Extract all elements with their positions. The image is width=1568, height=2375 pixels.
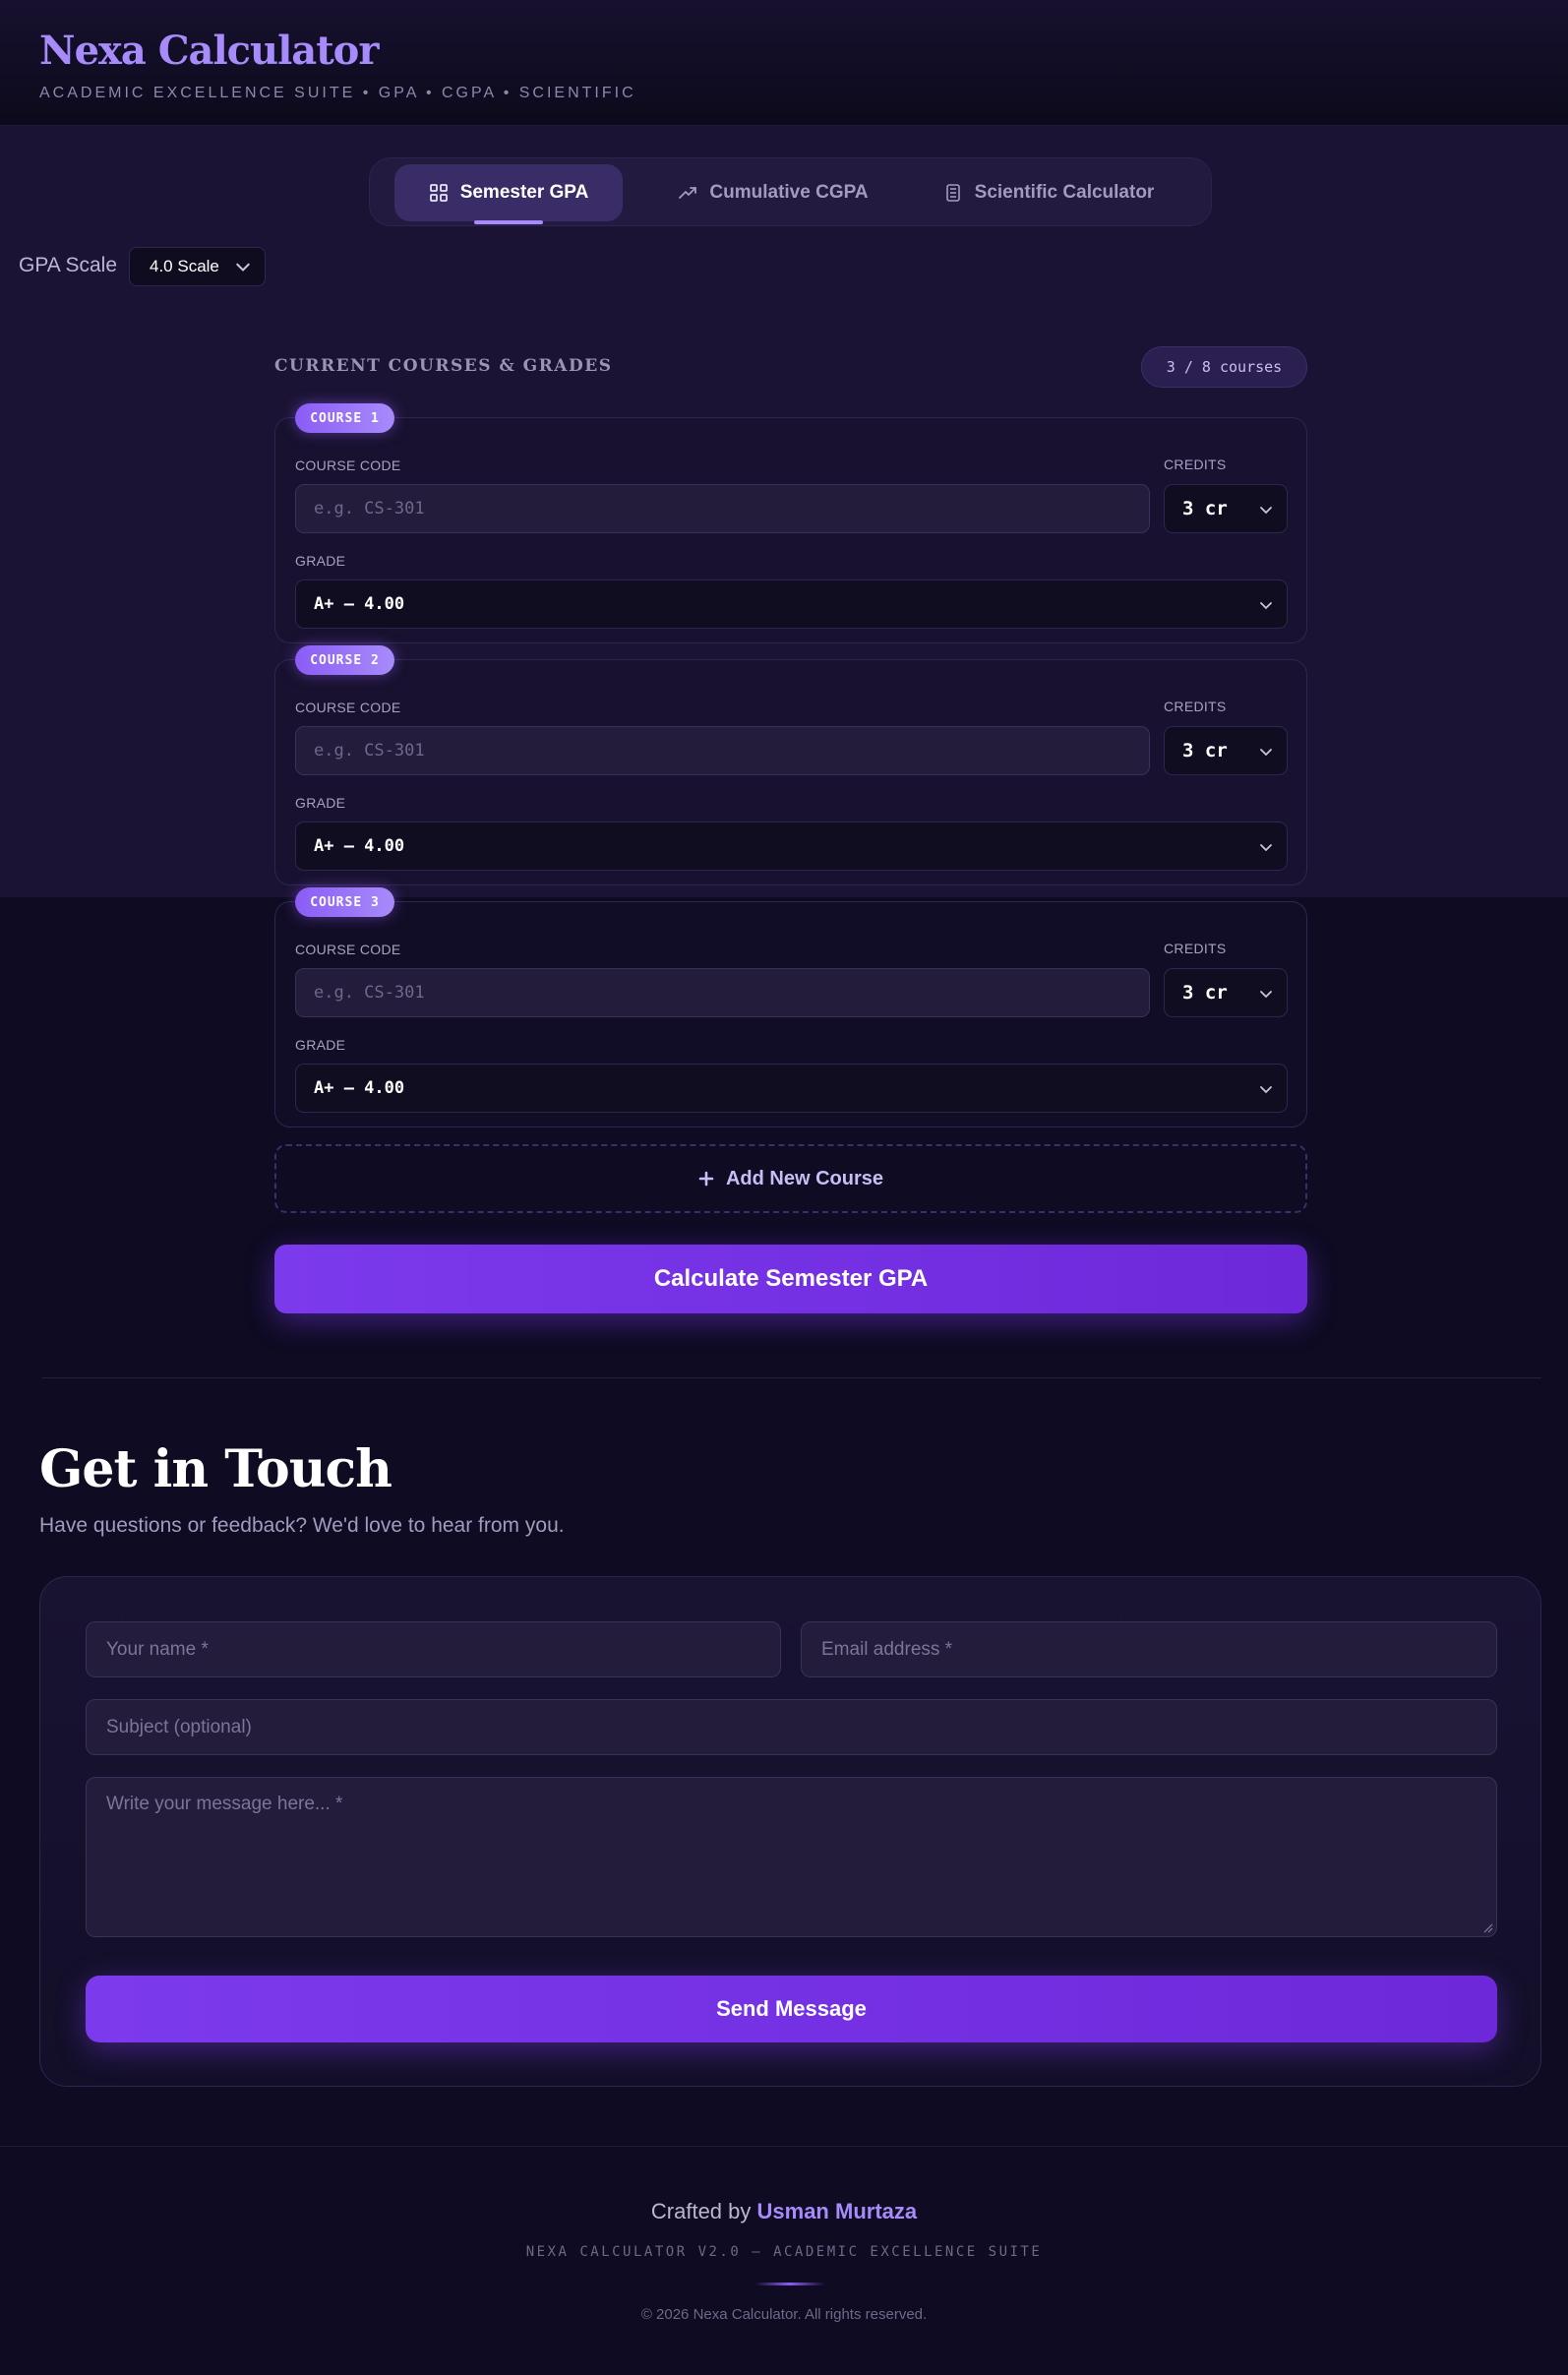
footer-version: NEXA CALCULATOR V2.0 — ACADEMIC EXCELLEN… [525,2244,1043,2260]
grade-value: A+ — 4.00 [314,836,405,856]
grade-label: GRADE [295,1037,346,1053]
course-card: COURSE 1 COURSE CODE CREDITS e.g. CS-301… [274,403,1307,643]
app-header: Nexa Calculator ACADEMIC EXCELLENCE SUIT… [0,0,1568,126]
tab-semester-gpa-label: Semester GPA [459,182,589,203]
app-tagline: ACADEMIC EXCELLENCE SUITE • GPA • CGPA •… [39,85,636,101]
contact-title: Get in Touch [39,1439,392,1499]
credits-label: CREDITS [1164,457,1227,472]
course-code-placeholder: e.g. CS-301 [314,741,425,761]
name-input[interactable]: Your name * [86,1621,781,1677]
footer-divider [0,2146,1568,2147]
credits-value: 3 cr [1182,982,1228,1004]
credits-select[interactable]: 3 cr [1164,484,1288,533]
author-name: Usman Murtaza [756,2199,918,2223]
tab-cumulative-cgpa[interactable]: Cumulative CGPA [655,164,891,221]
course-code-input[interactable]: e.g. CS-301 [295,726,1150,775]
course-code-label: COURSE CODE [295,942,401,957]
calculate-gpa-button[interactable]: Calculate Semester GPA [274,1245,1307,1313]
grid-icon [429,184,448,202]
subject-input[interactable]: Subject (optional) [86,1699,1497,1755]
course-badge: COURSE 1 [295,403,394,433]
course-card: COURSE 3 COURSE CODE CREDITS e.g. CS-301… [274,887,1307,1127]
grade-value: A+ — 4.00 [314,1078,405,1098]
email-placeholder: Email address * [821,1638,953,1660]
course-code-input[interactable]: e.g. CS-301 [295,968,1150,1017]
grade-select[interactable]: A+ — 4.00 [295,579,1288,629]
course-card: COURSE 2 COURSE CODE CREDITS e.g. CS-301… [274,645,1307,885]
contact-subtitle: Have questions or feedback? We'd love to… [39,1514,565,1537]
grade-label: GRADE [295,553,346,569]
calculator-icon [945,184,960,202]
chevron-down-icon [1260,844,1272,852]
course-badge: COURSE 3 [295,887,394,917]
credits-label: CREDITS [1164,941,1227,956]
chevron-down-icon [1260,507,1272,515]
chevron-down-icon [1260,602,1272,610]
gpa-scale-select[interactable]: 4.0 Scale [129,247,266,286]
grade-value: A+ — 4.00 [314,594,405,614]
credits-select[interactable]: 3 cr [1164,968,1288,1017]
footer-credit: Crafted by Usman Murtaza [0,2199,1568,2224]
tab-semester-gpa[interactable]: Semester GPA [394,164,623,224]
chevron-down-icon [1260,749,1272,757]
credits-select[interactable]: 3 cr [1164,726,1288,775]
tab-scientific-calculator[interactable]: Scientific Calculator [906,164,1191,221]
course-count-badge: 3 / 8 courses [1141,346,1307,388]
gpa-scale-label: GPA Scale [19,254,117,276]
credits-label: CREDITS [1164,699,1227,714]
course-code-label: COURSE CODE [295,457,401,473]
subject-placeholder: Subject (optional) [106,1716,252,1737]
footer-accent-bar [754,2283,825,2285]
email-input[interactable]: Email address * [801,1621,1497,1677]
credits-value: 3 cr [1182,740,1228,761]
footer-copyright: © 2026 Nexa Calculator. All rights reser… [640,2306,928,2323]
credits-value: 3 cr [1182,498,1228,519]
contact-form: Your name * Email address * Subject (opt… [39,1576,1541,2087]
grade-label: GRADE [295,795,346,811]
course-code-input[interactable]: e.g. CS-301 [295,484,1150,533]
trend-up-icon [679,187,697,199]
active-tab-indicator [474,220,543,224]
course-code-placeholder: e.g. CS-301 [314,983,425,1003]
course-badge: COURSE 2 [295,645,394,675]
crafted-by-text: Crafted by [650,2199,752,2223]
plus-icon [698,1171,714,1187]
course-code-placeholder: e.g. CS-301 [314,499,425,518]
add-course-button[interactable]: Add New Course [274,1144,1307,1213]
grade-select[interactable]: A+ — 4.00 [295,822,1288,871]
section-divider [42,1377,1541,1378]
message-textarea[interactable]: Write your message here... * [86,1777,1497,1937]
message-placeholder: Write your message here... * [106,1794,343,1814]
courses-section-title: CURRENT COURSES & GRADES [274,356,613,376]
chevron-down-icon [1260,991,1272,999]
chevron-down-icon [1260,1086,1272,1094]
gpa-scale-value: 4.0 Scale [150,257,219,275]
chevron-down-icon [236,263,250,272]
app-title: Nexa Calculator [39,28,379,74]
grade-select[interactable]: A+ — 4.00 [295,1064,1288,1113]
tab-cumulative-cgpa-label: Cumulative CGPA [709,182,869,203]
add-course-label: Add New Course [725,1167,884,1189]
course-code-label: COURSE CODE [295,700,401,715]
name-placeholder: Your name * [106,1638,209,1660]
mode-tabs: Semester GPA Cumulative CGPA Scientific … [369,157,1212,226]
resize-grip-icon[interactable] [1483,1923,1493,1933]
tab-scientific-calculator-label: Scientific Calculator [974,182,1155,203]
send-message-button[interactable]: Send Message [86,1976,1497,2042]
